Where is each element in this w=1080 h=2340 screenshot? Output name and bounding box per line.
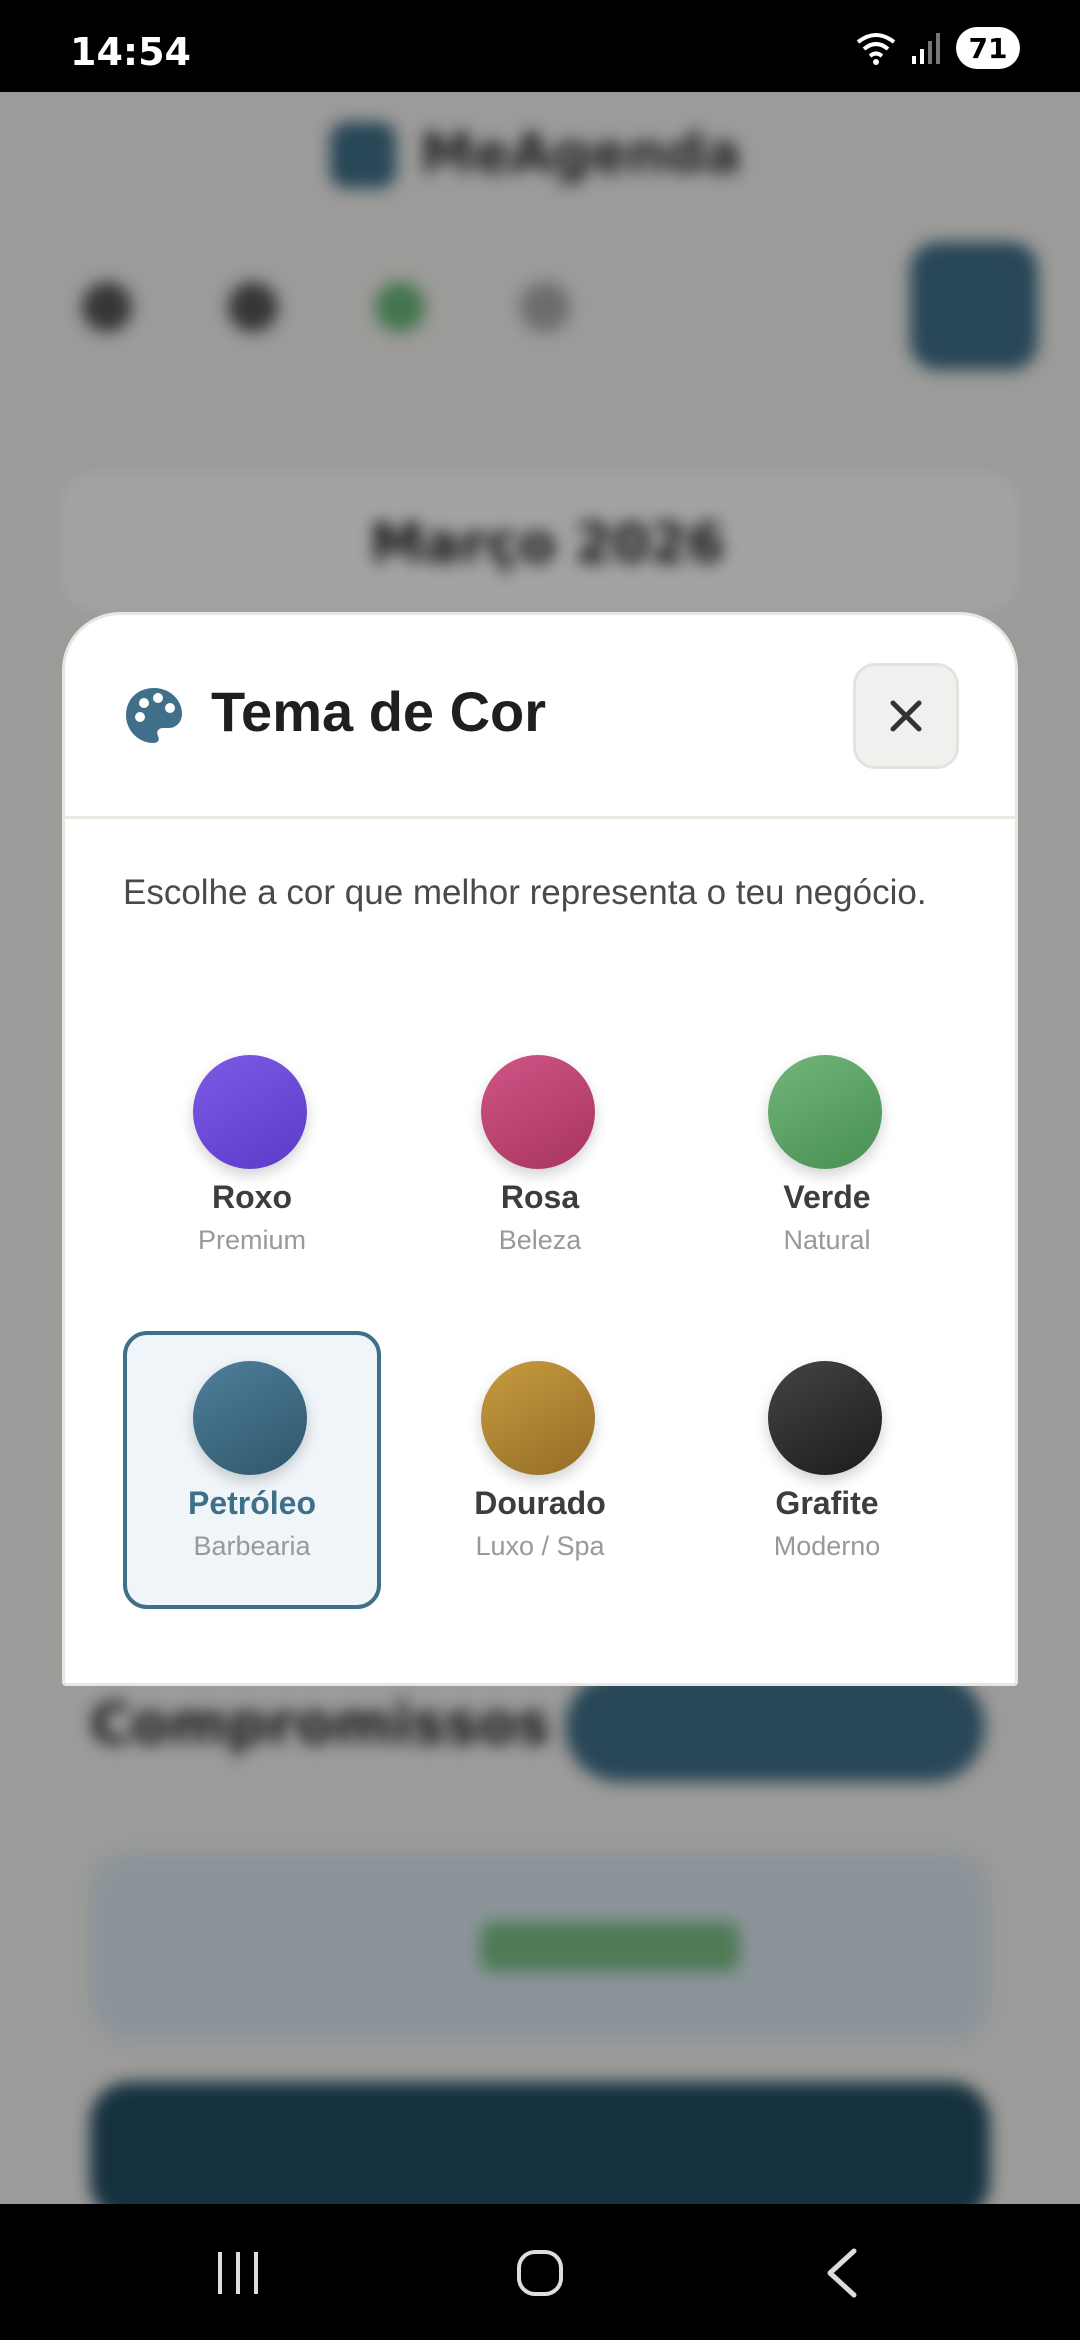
- theme-grid: Roxo Premium Rosa Beleza Verde Natural Petróle…: [123, 1025, 967, 1609]
- theme-name: Verde: [783, 1179, 871, 1215]
- theme-option-5[interactable]: Grafite Moderno: [698, 1331, 956, 1609]
- home-button[interactable]: [500, 2238, 580, 2308]
- theme-subtitle: Beleza: [498, 1225, 582, 1255]
- dialog-header: Tema de Cor: [65, 615, 1015, 819]
- status-bar: 14:54 71: [0, 0, 1080, 92]
- color-swatch: [768, 1055, 882, 1169]
- theme-name: Rosa: [500, 1179, 580, 1215]
- recent-apps-button[interactable]: [198, 2238, 278, 2308]
- theme-option-4[interactable]: Dourado Luxo / Spa: [411, 1331, 669, 1609]
- color-swatch: [481, 1055, 595, 1169]
- close-icon: [890, 700, 922, 732]
- status-icons: 71: [854, 26, 1020, 70]
- color-theme-dialog: Tema de Cor Escolhe a cor que melhor rep…: [62, 612, 1018, 1686]
- close-button[interactable]: [853, 663, 959, 769]
- theme-name: Roxo: [212, 1179, 292, 1215]
- back-icon: [827, 2248, 857, 2298]
- theme-subtitle: Premium: [197, 1225, 306, 1255]
- palette-icon: [126, 688, 182, 743]
- status-time: 14:54: [70, 30, 191, 74]
- color-swatch: [481, 1361, 595, 1475]
- theme-option-1[interactable]: Rosa Beleza: [411, 1025, 669, 1303]
- theme-name: Grafite: [775, 1485, 879, 1521]
- theme-subtitle: Luxo / Spa: [475, 1531, 605, 1561]
- color-swatch: [768, 1361, 882, 1475]
- wifi-icon: [856, 33, 896, 65]
- dialog-description: Escolhe a cor que melhor representa o te…: [123, 873, 927, 912]
- home-icon: [517, 2250, 563, 2296]
- theme-option-2[interactable]: Verde Natural: [698, 1025, 956, 1303]
- recent-apps-icon: [218, 2252, 258, 2294]
- theme-subtitle: Natural: [783, 1225, 871, 1255]
- app-screen: MeAgenda Março 2026 Compromissos Tema de…: [0, 92, 1080, 2204]
- dialog-title: Tema de Cor: [211, 680, 547, 743]
- battery-indicator: 71: [956, 27, 1020, 69]
- signal-icon: [912, 33, 940, 64]
- color-swatch: [193, 1055, 307, 1169]
- navigation-bar: [0, 2204, 1080, 2340]
- theme-option-0[interactable]: Roxo Premium: [123, 1025, 381, 1303]
- back-button[interactable]: [802, 2238, 882, 2308]
- theme-name: Dourado: [474, 1485, 606, 1521]
- color-swatch: [193, 1361, 307, 1475]
- theme-subtitle: Barbearia: [193, 1531, 311, 1561]
- theme-option-3[interactable]: Petróleo Barbearia: [123, 1331, 381, 1609]
- theme-subtitle: Moderno: [773, 1531, 881, 1561]
- theme-name: Petróleo: [187, 1485, 317, 1521]
